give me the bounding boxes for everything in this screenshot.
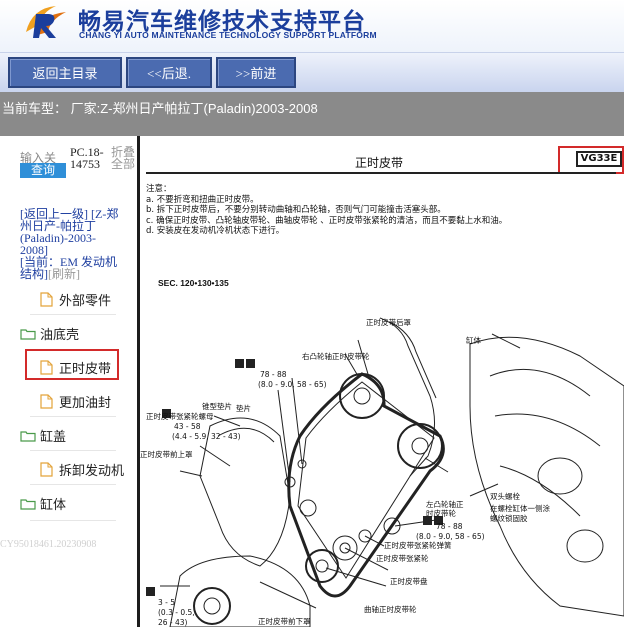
label-torque-2: 43 - 58 bbox=[174, 422, 201, 431]
divider bbox=[30, 520, 116, 521]
label-stud-note-2: 螺纹锁固胶 bbox=[490, 514, 528, 523]
label-cylinder-block: 缸体 bbox=[466, 336, 481, 345]
current-vehicle-text: 当前车型： 厂家:Z-郑州日产帕拉丁(Paladin)2003-2008 bbox=[2, 101, 318, 116]
label-tensioner-bolt: 正时皮带张紧轮螺母 bbox=[146, 412, 214, 421]
forward-button[interactable]: >>前进 bbox=[216, 57, 296, 88]
collapse-all-link[interactable]: 折叠全部 bbox=[111, 146, 137, 170]
site-subtitle: CHANG YI AUTO MAINTENANCE TECHNOLOGY SUP… bbox=[79, 30, 377, 40]
tree-item-label: 缸体 bbox=[40, 498, 67, 513]
tree-item-label: 更加油封 bbox=[59, 396, 112, 411]
label-torque-4: 3 - 5 bbox=[158, 598, 176, 607]
sidebar: 输入关 查询 PC.18-14753 折叠全部 [返回上一级] [Z-郑州日产-… bbox=[0, 136, 137, 627]
tree-item-external-parts[interactable]: 外部零件 bbox=[40, 290, 111, 309]
document-icon bbox=[40, 462, 53, 477]
label-front-upper-cover: 正时皮带前上罩 bbox=[140, 450, 193, 459]
back-up-link[interactable]: [返回上一级] [Z-郑州日产-帕拉丁(Paladin)-2003-2008] bbox=[20, 208, 120, 256]
notes-block: 注意： a. 不要折弯和扭曲正时皮带。 b. 拆下正时皮带后，不要分别转动曲轴和… bbox=[146, 184, 507, 237]
tree-item-label: 拆卸发动机 bbox=[59, 464, 125, 479]
engine-code-highlight bbox=[558, 146, 624, 174]
label-torque-1b: (8.0 - 9.0, 58 - 65) bbox=[258, 380, 327, 389]
timing-belt-exploded-diagram bbox=[146, 317, 624, 627]
divider bbox=[30, 484, 116, 485]
divider bbox=[30, 314, 116, 315]
folder-icon bbox=[20, 498, 36, 510]
label-tensioner: 正时皮带张紧轮 bbox=[376, 554, 429, 563]
tree-item-label: 外部零件 bbox=[59, 294, 112, 309]
back-button[interactable]: <<后退. bbox=[126, 57, 212, 88]
tree-item-oil-pan[interactable]: 油底壳 bbox=[20, 324, 79, 343]
label-guide-pad: 锥型垫片 bbox=[202, 402, 232, 411]
tree-item-cylinder-head[interactable]: 缸盖 bbox=[20, 426, 66, 445]
site-header: 畅易汽车维修技术支持平台 CHANG YI AUTO MAINTENANCE T… bbox=[0, 0, 624, 52]
divider bbox=[30, 416, 116, 417]
label-right-cam-pulley: 右凸轮轴正时皮带轮 bbox=[302, 352, 370, 361]
note-line: a. 不要折弯和扭曲正时皮带。 bbox=[146, 194, 259, 205]
selected-item-highlight bbox=[25, 349, 119, 380]
doc-title: 正时皮带 bbox=[355, 156, 404, 170]
tree-item-oil-seal[interactable]: 更加油封 bbox=[40, 392, 111, 411]
divider bbox=[30, 450, 116, 451]
pc-code: PC.18-14753 bbox=[70, 145, 104, 171]
home-button[interactable]: 返回主目录 bbox=[8, 57, 122, 88]
label-torque-4b: (0.3 - 0.5, bbox=[158, 608, 195, 617]
document-view: 正时皮带 VG33E 注意： a. 不要折弯和扭曲正时皮带。 b. 拆下正时皮带… bbox=[140, 136, 624, 627]
folder-icon bbox=[20, 328, 36, 340]
tree-item-cylinder-block[interactable]: 缸体 bbox=[20, 494, 66, 513]
label-pad: 垫片 bbox=[236, 404, 251, 413]
tree-item-label: 油底壳 bbox=[40, 328, 80, 343]
label-front-lower-cover: 正时皮带前下罩 bbox=[258, 617, 311, 626]
label-left-cam-pulley: 左凸轮轴正 bbox=[426, 500, 464, 509]
label-stud: 双头螺栓 bbox=[490, 492, 520, 501]
label-torque-2b: (4.4 - 5.9, 32 - 43) bbox=[172, 432, 241, 441]
label-torque-3: 78 - 88 bbox=[436, 522, 463, 531]
changyi-logo-icon bbox=[26, 6, 66, 38]
folder-icon bbox=[20, 430, 36, 442]
label-torque-4c: 26 - 43) bbox=[158, 618, 188, 627]
nav-bar: 返回主目录 <<后退. >>前进 bbox=[0, 52, 624, 92]
label-torque-1: 78 - 88 bbox=[260, 370, 287, 379]
doc-title-rule bbox=[146, 172, 616, 174]
notes-header: 注意： bbox=[146, 184, 172, 194]
note-line: d. 安装皮在发动机冷机状态下进行。 bbox=[146, 226, 285, 236]
label-tensioner-spring: 正时皮带张紧轮弹簧 bbox=[384, 541, 452, 550]
document-icon bbox=[40, 292, 53, 307]
label-stud-note-1: 在螺栓缸体一侧涂 bbox=[490, 504, 550, 513]
note-line: c. 确保正时皮带、凸轮轴皮带轮、曲轴皮带轮 、正时皮带张紧轮的清洁，而且不要黏… bbox=[146, 215, 508, 226]
note-line: b. 拆下正时皮带后，不要分别转动曲轴和凸轮轴，否则气门可能撞击活塞头部。 bbox=[146, 205, 446, 215]
label-crank-pulley: 曲轴正时皮带轮 bbox=[364, 605, 417, 614]
watermark: CY95018461.20230908 bbox=[0, 539, 97, 550]
tree-item-remove-engine[interactable]: 拆卸发动机 bbox=[40, 460, 124, 479]
label-torque-3b: (8.0 - 9.0, 58 - 65) bbox=[416, 532, 485, 541]
search-button[interactable]: 查询 bbox=[20, 163, 66, 178]
label-rear-cover: 正时皮带后罩 bbox=[366, 318, 411, 327]
tree-item-label: 缸盖 bbox=[40, 430, 67, 445]
current-vehicle-bar: 当前车型： 厂家:Z-郑州日产帕拉丁(Paladin)2003-2008 bbox=[0, 92, 624, 136]
document-icon bbox=[40, 394, 53, 409]
current-section: [当前：EM 发动机结构][刷新] bbox=[20, 256, 120, 280]
label-left-cam-pulley-2: 时皮带轮 bbox=[426, 509, 456, 518]
refresh-link[interactable]: [刷新] bbox=[48, 267, 80, 281]
label-belt-plate: 正时皮带盘 bbox=[390, 577, 428, 586]
